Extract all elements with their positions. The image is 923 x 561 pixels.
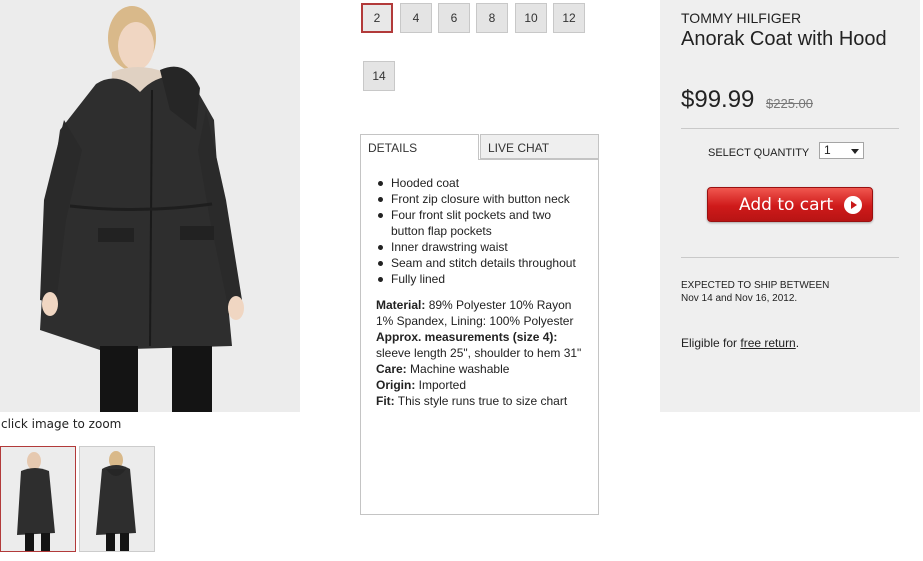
size-option[interactable]: 14	[363, 61, 395, 91]
list-item: Four front slit pockets and two button f…	[376, 207, 583, 239]
size-option[interactable]: 12	[553, 3, 585, 33]
play-arrow-icon	[844, 196, 862, 214]
measurement-spec: Approx. measurements (size 4): sleeve le…	[376, 330, 582, 360]
tab-details[interactable]: DETAILS	[360, 134, 479, 160]
free-return-link[interactable]: free return	[740, 336, 795, 350]
free-return-note: Eligible for free return.	[681, 336, 800, 350]
add-to-cart-button[interactable]: Add to cart	[707, 187, 873, 222]
product-info-tabs: Hooded coat Front zip closure with butto…	[360, 134, 599, 515]
original-price: $225.00	[766, 96, 813, 111]
divider	[681, 257, 899, 258]
details-panel: Hooded coat Front zip closure with butto…	[360, 159, 599, 515]
size-option[interactable]: 6	[438, 3, 470, 33]
list-item: Front zip closure with button neck	[376, 191, 583, 207]
product-title: Anorak Coat with Hood	[681, 28, 887, 50]
quantity-value: 1	[824, 143, 831, 157]
add-to-cart-label: Add to cart	[739, 194, 834, 215]
main-product-image[interactable]	[0, 0, 300, 412]
thumbnail-front-image	[1, 447, 75, 551]
tab-live-chat[interactable]: LIVE CHAT	[480, 134, 599, 159]
shipping-estimate: EXPECTED TO SHIP BETWEEN Nov 14 and Nov …	[681, 280, 830, 304]
size-option[interactable]: 2	[361, 3, 393, 33]
divider	[681, 128, 899, 129]
purchase-panel: TOMMY HILFIGER Anorak Coat with Hood $99…	[660, 0, 920, 412]
chevron-down-icon	[851, 149, 859, 154]
origin-spec: Origin: Imported	[376, 378, 467, 392]
zoom-hint-text: click image to zoom	[1, 417, 122, 431]
thumbnail-front[interactable]	[0, 446, 76, 552]
sale-price: $99.99	[681, 86, 755, 113]
details-bullets: Hooded coat Front zip closure with butto…	[376, 175, 583, 287]
list-item: Fully lined	[376, 271, 583, 287]
size-option[interactable]: 8	[476, 3, 508, 33]
list-item: Hooded coat	[376, 175, 583, 191]
coat-model-photo	[0, 0, 300, 412]
quantity-label: SELECT QUANTITY	[708, 147, 810, 159]
fit-spec: Fit: This style runs true to size chart	[376, 394, 568, 408]
thumbnail-back[interactable]	[79, 446, 155, 552]
size-option[interactable]: 10	[515, 3, 547, 33]
material-spec: Material: 89% Polyester 10% Rayon 1% Spa…	[376, 298, 574, 328]
size-option[interactable]: 4	[400, 3, 432, 33]
list-item: Seam and stitch details throughout	[376, 255, 583, 271]
care-spec: Care: Machine washable	[376, 362, 510, 376]
quantity-select[interactable]: 1	[819, 142, 864, 159]
brand-name: TOMMY HILFIGER	[681, 10, 802, 26]
thumbnail-back-image	[80, 447, 154, 551]
list-item: Inner drawstring waist	[376, 239, 583, 255]
